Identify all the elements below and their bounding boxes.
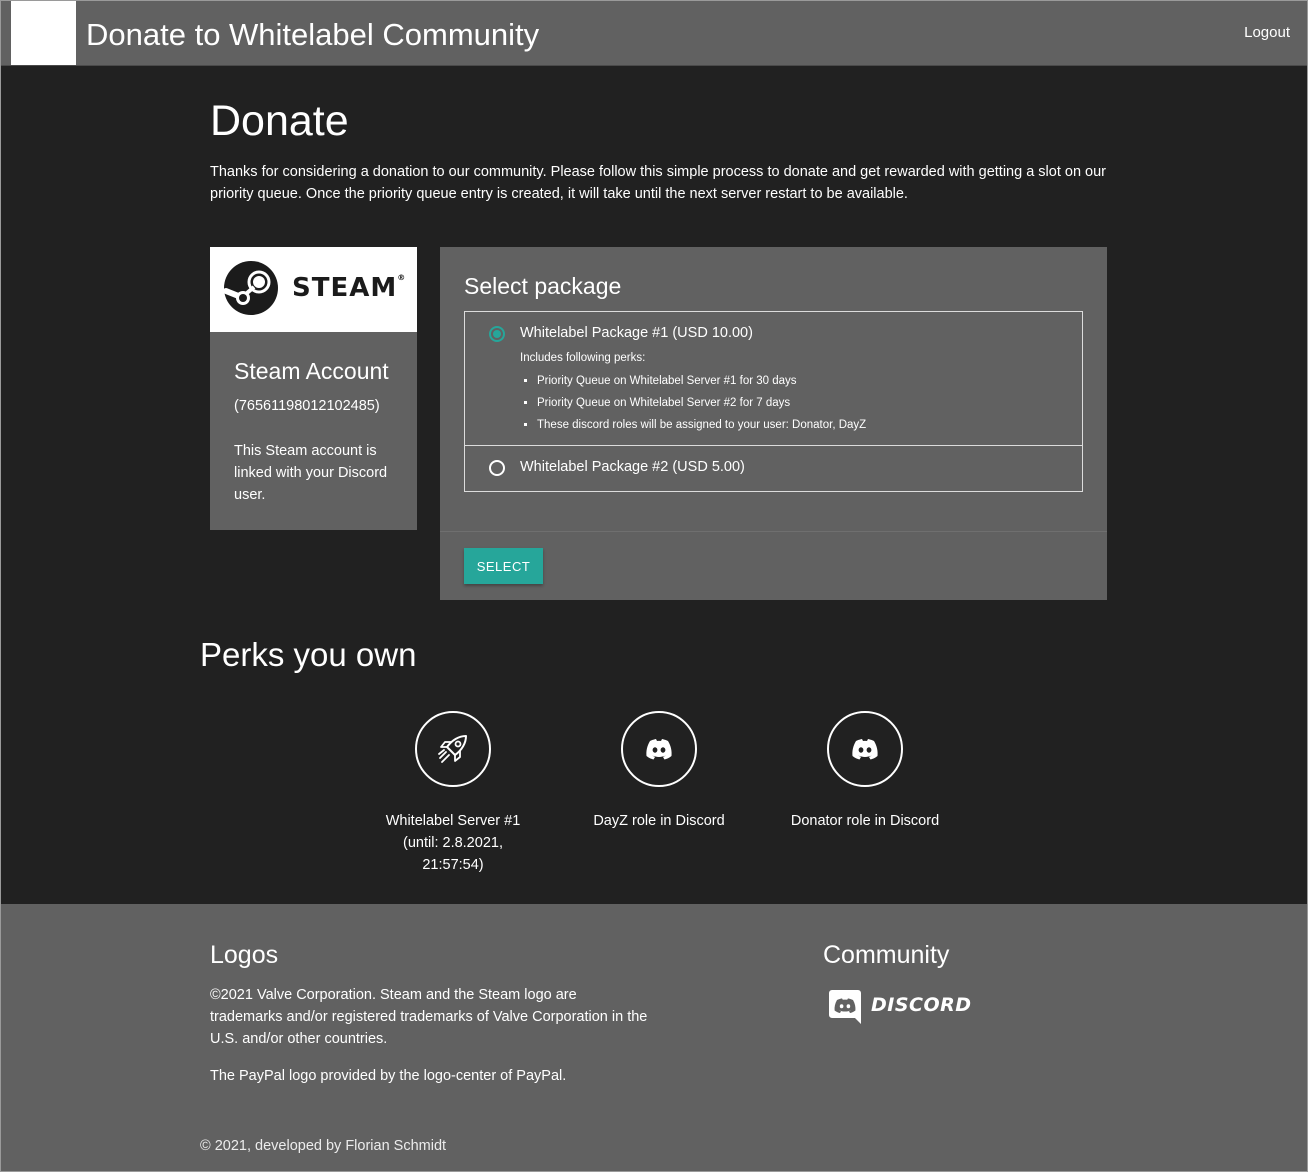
perk-icon-circle: [415, 711, 491, 787]
steam-link-note: This Steam account is linked with your D…: [234, 443, 388, 503]
page-title: Donate: [210, 97, 349, 145]
perk-label: Donator role in Discord: [790, 813, 940, 829]
footer: Logos ©2021 Valve Corporation. Steam and…: [1, 904, 1307, 1171]
package-1-perk: Priority Queue on Whitelabel Server #2 f…: [537, 392, 866, 414]
package-1-perk-list: Priority Queue on Whitelabel Server #1 f…: [520, 370, 866, 436]
site-title[interactable]: Donate to Whitelabel Community: [86, 15, 539, 55]
owned-perk-server: Whitelabel Server #1 (until: 2.8.2021, 2…: [373, 711, 533, 876]
package-1-perk: These discord roles will be assigned to …: [537, 414, 866, 436]
owned-perk-dayz-role: DayZ role in Discord: [579, 711, 739, 832]
package-1-label[interactable]: Whitelabel Package #1 (USD 10.00): [520, 325, 753, 341]
package-1-perk: Priority Queue on Whitelabel Server #1 f…: [537, 370, 866, 392]
package-card: Select package Whitelabel Package #1 (US…: [440, 247, 1107, 600]
steam-logo-wordmark: STEAM®: [292, 273, 406, 303]
copyright-text: © 2021, developed by Florian Schmidt: [200, 1138, 447, 1154]
package-1-perks-intro: Includes following perks:: [520, 352, 646, 364]
package-list: Whitelabel Package #1 (USD 10.00) Includ…: [464, 311, 1083, 492]
package-1-radio[interactable]: [489, 326, 505, 342]
select-button[interactable]: SELECT: [464, 548, 543, 584]
site-logo[interactable]: [11, 1, 76, 65]
steam-account-title: Steam Account: [234, 358, 389, 384]
discord-wordmark: DISCORD: [871, 994, 972, 1016]
logout-link[interactable]: Logout: [1244, 24, 1290, 41]
footer-paypal-text: The PayPal logo provided by the logo-cen…: [210, 1068, 567, 1084]
top-navbar: Donate to Whitelabel Community Logout: [1, 1, 1307, 66]
steam-account-card: STEAM® Steam Account (76561198012102485)…: [210, 247, 417, 530]
perk-label: Whitelabel Server #1 (until: 2.8.2021, 2…: [385, 813, 521, 873]
steam-logo: STEAM®: [210, 247, 417, 332]
perk-icon-circle: [827, 711, 903, 787]
discord-icon: [646, 739, 672, 760]
footer-community-title: Community: [823, 941, 950, 969]
intro-text: Thanks for considering a donation to our…: [210, 164, 1107, 202]
page-frame: Donate to Whitelabel Community Logout Do…: [0, 0, 1308, 1172]
discord-icon: [829, 990, 861, 1024]
package-2-radio[interactable]: [489, 460, 505, 476]
perks-heading: Perks you own: [200, 636, 417, 673]
card-action-divider: [440, 531, 1107, 532]
package-2-label[interactable]: Whitelabel Package #2 (USD 5.00): [520, 459, 745, 475]
perk-icon-circle: [621, 711, 697, 787]
owned-perk-donator-role: Donator role in Discord: [785, 711, 945, 832]
steam-logo-icon: [224, 261, 278, 315]
discord-link[interactable]: DISCORD: [829, 990, 971, 1029]
package-option-1[interactable]: Whitelabel Package #1 (USD 10.00) Includ…: [465, 312, 1082, 446]
package-option-2[interactable]: Whitelabel Package #2 (USD 5.00): [465, 446, 1082, 491]
footer-logos-text: ©2021 Valve Corporation. Steam and the S…: [210, 987, 648, 1047]
package-card-title: Select package: [464, 273, 622, 299]
steam-account-id: (76561198012102485): [234, 398, 380, 414]
footer-logos-title: Logos: [210, 941, 279, 969]
rocket-icon: [438, 735, 467, 763]
discord-icon: [852, 739, 878, 760]
perk-label: DayZ role in Discord: [593, 813, 725, 829]
